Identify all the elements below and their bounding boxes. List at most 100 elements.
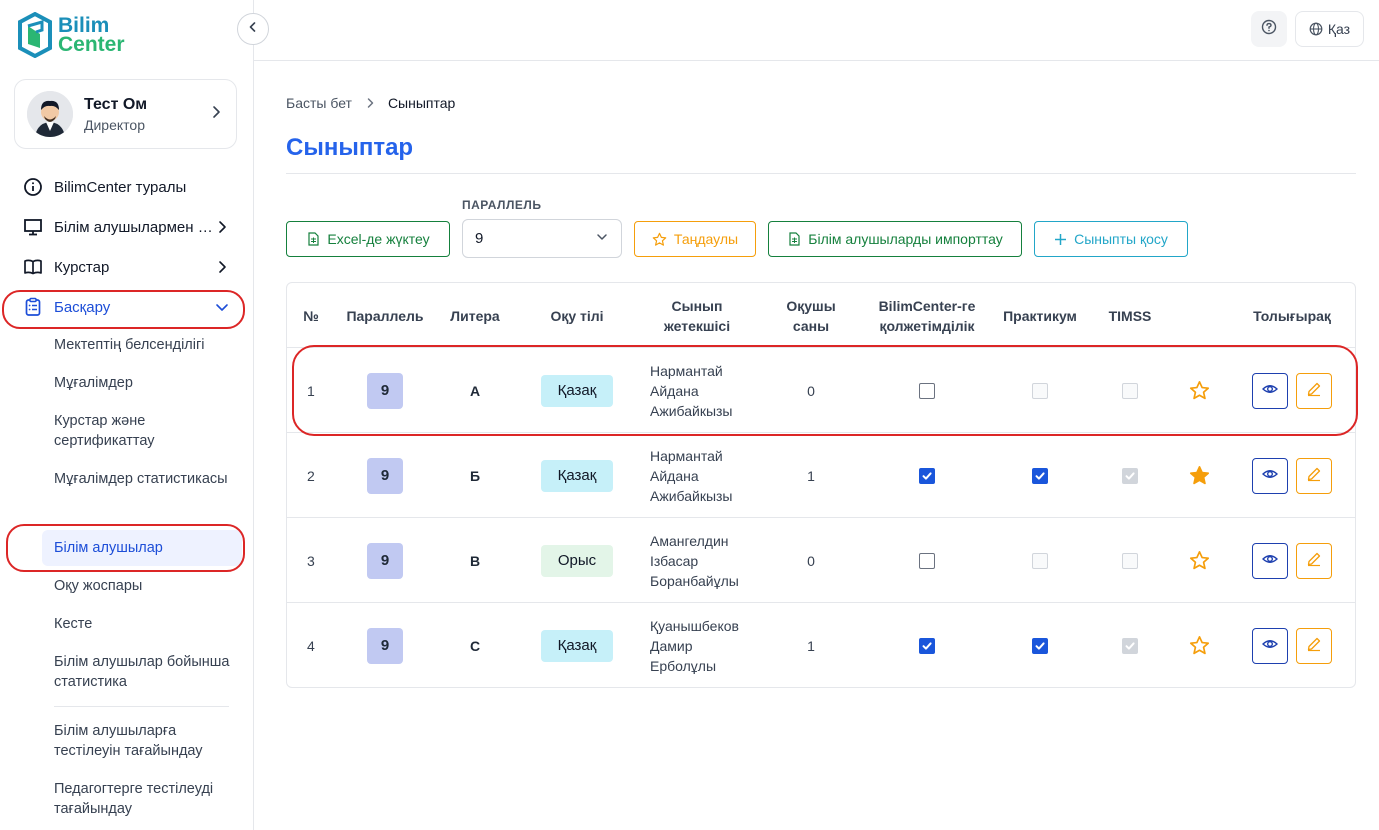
sub-item-assign-teacher-tests[interactable]: Педагогтерге тестілеуді тағайындау	[54, 779, 234, 819]
avatar	[27, 91, 73, 137]
parallel-badge: 9	[367, 542, 403, 579]
table-row: 3 9 В Орыс Амангелдин Ізбасар Боранбайұлы 0	[287, 518, 1355, 603]
help-button[interactable]	[1251, 11, 1287, 47]
cell-num: 4	[307, 637, 315, 654]
sub-item-courses-certification[interactable]: Курстар және сертификаттау	[54, 411, 234, 451]
nav-item-label: Басқару	[54, 298, 111, 316]
header-access: BilimCenter-ге қолжетімділік	[867, 283, 987, 348]
cell-num: 1	[307, 382, 315, 399]
plus-icon	[1055, 233, 1067, 245]
access-checkbox[interactable]	[919, 382, 935, 399]
excel-download-label: Excel-де жүктеу	[327, 231, 430, 247]
chevron-right-icon	[364, 97, 376, 109]
cell-practicum	[990, 603, 1090, 688]
user-profile-card[interactable]: Тест Ом Директор	[14, 79, 237, 149]
sidebar: Bilim Center Тест Ом Директор BilimCente…	[0, 0, 254, 830]
excel-download-button[interactable]: Excel-де жүктеу	[286, 221, 450, 257]
practicum-checkbox[interactable]	[1032, 637, 1048, 654]
favorites-button[interactable]: Таңдаулы	[634, 221, 756, 257]
favorite-star-icon[interactable]	[1189, 465, 1210, 486]
view-button[interactable]	[1252, 372, 1288, 409]
cell-student-count: 0	[807, 382, 815, 399]
favorite-star-icon[interactable]	[1189, 380, 1210, 401]
teacher-name-line: Нармантай	[650, 447, 723, 464]
header-language: Оқу тілі	[550, 307, 604, 324]
teacher-name-line: Дамир	[650, 637, 693, 654]
sidebar-collapse-button[interactable]	[237, 13, 269, 45]
favorite-star-icon[interactable]	[1189, 550, 1210, 571]
table-row: 2 9 Б Қазақ Нармантай Айдана Ажибайкызы 1	[287, 433, 1355, 518]
litera-value: Б	[469, 467, 481, 484]
cell-num: 3	[307, 552, 315, 569]
cell-teacher: Нармантай Айдана Ажибайкызы	[650, 433, 760, 518]
access-checkbox[interactable]	[919, 637, 935, 654]
cell-timss	[1090, 518, 1170, 603]
parallel-select[interactable]: 9	[462, 219, 622, 258]
sub-item-school-activity[interactable]: Мектептің белсенділігі	[54, 335, 234, 355]
nav-item-management[interactable]: Басқару	[14, 289, 240, 325]
cell-practicum	[990, 433, 1090, 518]
access-checkbox[interactable]	[919, 552, 935, 569]
teacher-name-line: Айдана	[650, 382, 699, 399]
view-button[interactable]	[1252, 542, 1288, 579]
add-class-button[interactable]: Сыныпты қосу	[1034, 221, 1188, 257]
nav-item-students-work[interactable]: Білім алушылармен жұмыс	[14, 209, 240, 245]
sub-item-student-statistics[interactable]: Білім алушылар бойынша статистика	[54, 652, 234, 692]
language-badge: Қазақ	[540, 629, 614, 662]
star-icon	[652, 232, 667, 246]
logo[interactable]: Bilim Center	[16, 12, 125, 58]
edit-button[interactable]	[1296, 372, 1332, 409]
language-badge: Қазақ	[540, 374, 614, 407]
practicum-checkbox[interactable]	[1032, 467, 1048, 484]
chevron-right-icon	[208, 104, 224, 125]
table-header: № Параллель Литера Оқу тілі Сынып жетекш…	[287, 283, 1355, 348]
spreadsheet-icon	[789, 232, 800, 246]
nav-item-about[interactable]: BilimCenter туралы	[14, 169, 240, 205]
header-teacher-line-1: Сынып	[671, 297, 723, 314]
cell-language: Қазақ	[527, 433, 627, 518]
cell-parallel: 9	[337, 518, 433, 603]
chevron-right-icon	[214, 220, 230, 234]
cell-num: 2	[307, 467, 315, 484]
user-role: Директор	[84, 116, 145, 133]
access-checkbox[interactable]	[919, 467, 935, 484]
cell-language: Орыс	[527, 518, 627, 603]
nav-item-courses[interactable]: Курстар	[14, 249, 240, 285]
view-button[interactable]	[1252, 627, 1288, 664]
header-count-line-1: Оқушы	[786, 297, 836, 314]
sub-item-assign-student-tests[interactable]: Білім алушыларға тестілеуін тағайындау	[54, 721, 234, 761]
logo-text: Bilim Center	[58, 15, 125, 55]
language-switcher[interactable]: Қаз	[1295, 11, 1364, 47]
practicum-checkbox[interactable]	[1032, 382, 1048, 399]
sub-item-schedule[interactable]: Кесте	[54, 614, 234, 634]
breadcrumb-home-link[interactable]: Басты бет	[286, 95, 352, 111]
header-parallel: Параллель	[346, 307, 424, 324]
teacher-name-line: Айдана	[650, 467, 699, 484]
edit-button[interactable]	[1296, 627, 1332, 664]
eye-icon	[1261, 381, 1279, 400]
edit-button[interactable]	[1296, 542, 1332, 579]
cell-favorite	[1177, 518, 1222, 603]
sub-item-students[interactable]: Білім алушылар	[42, 530, 242, 566]
cell-access	[867, 433, 987, 518]
teacher-name-line: Ерболұлы	[650, 657, 717, 674]
view-button[interactable]	[1252, 457, 1288, 494]
import-students-button[interactable]: Білім алушыларды импорттау	[768, 221, 1022, 257]
nav-item-label: Білім алушылармен жұмыс	[54, 218, 214, 236]
pencil-icon	[1306, 551, 1322, 570]
practicum-checkbox[interactable]	[1032, 552, 1048, 569]
edit-button[interactable]	[1296, 457, 1332, 494]
eye-icon	[1261, 466, 1279, 485]
eye-icon	[1261, 551, 1279, 570]
language-badge: Қазақ	[540, 459, 614, 492]
sub-item-study-plan[interactable]: Оқу жоспары	[54, 576, 234, 596]
cell-timss	[1090, 348, 1170, 433]
header-practicum: Практикум	[1003, 307, 1077, 324]
language-label: Қаз	[1327, 21, 1351, 37]
sub-item-teacher-statistics[interactable]: Мұғалімдер статистикасы	[54, 469, 234, 489]
cell-parallel: 9	[337, 348, 433, 433]
sub-item-teachers[interactable]: Мұғалімдер	[54, 373, 234, 393]
cell-teacher: Қуанышбеков Дамир Ерболұлы	[650, 603, 760, 688]
help-icon	[1261, 19, 1277, 40]
favorite-star-icon[interactable]	[1189, 635, 1210, 656]
